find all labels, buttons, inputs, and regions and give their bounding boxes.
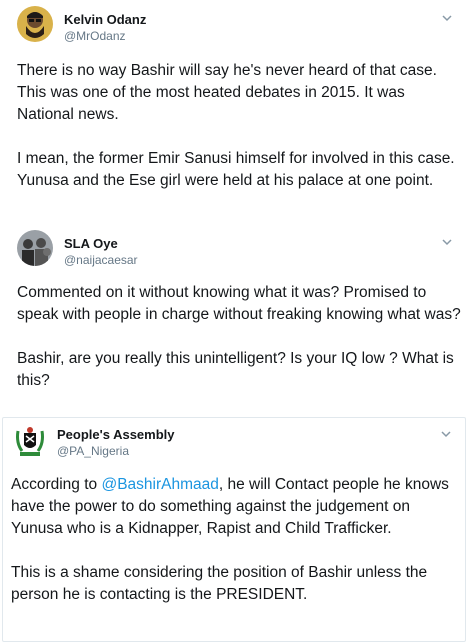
tweet-paragraph: Bashir, are you really this unintelligen… [17,350,454,389]
tweet-paragraph: According to @BashirAhmaad, he will Cont… [11,474,461,540]
coat-of-arms-avatar-icon[interactable] [12,423,48,459]
chevron-down-icon[interactable] [441,12,453,24]
tweet-sla-oye[interactable]: SLA Oye @naijacaesar Commented on it wit… [0,226,472,416]
tweet-text: According to @BashirAhmaad, he will Cont… [11,474,461,606]
tweet-text: There is no way Bashir will say he's nev… [17,60,465,192]
author-handle[interactable]: @MrOdanz [64,29,126,43]
tweet-paragraph: There is no way Bashir will say he's nev… [17,62,437,123]
tweet-kelvin-odanz[interactable]: Kelvin Odanz @MrOdanz There is no way Ba… [0,0,472,226]
author-name[interactable]: People's Assembly [57,427,175,442]
mention-link[interactable]: @BashirAhmaad [101,476,218,493]
chevron-down-icon[interactable] [440,428,452,440]
group-photo-avatar-icon[interactable] [17,230,53,266]
tweet-peoples-assembly[interactable]: People's Assembly @PA_Nigeria According … [2,417,466,642]
text-segment: According to [11,476,102,493]
author-handle[interactable]: @PA_Nigeria [57,444,129,458]
tweet-text: Commented on it without knowing what it … [17,282,465,392]
tweet-paragraph: Commented on it without knowing what it … [17,284,461,323]
bearded-man-avatar-icon[interactable] [17,6,53,42]
author-handle[interactable]: @naijacaesar [64,253,138,267]
author-name[interactable]: SLA Oye [64,236,118,251]
tweet-paragraph: This is a shame considering the position… [11,564,428,603]
author-name[interactable]: Kelvin Odanz [64,12,146,27]
chevron-down-icon[interactable] [441,236,453,248]
tweet-paragraph: I mean, the former Emir Sanusi himself f… [17,150,455,189]
